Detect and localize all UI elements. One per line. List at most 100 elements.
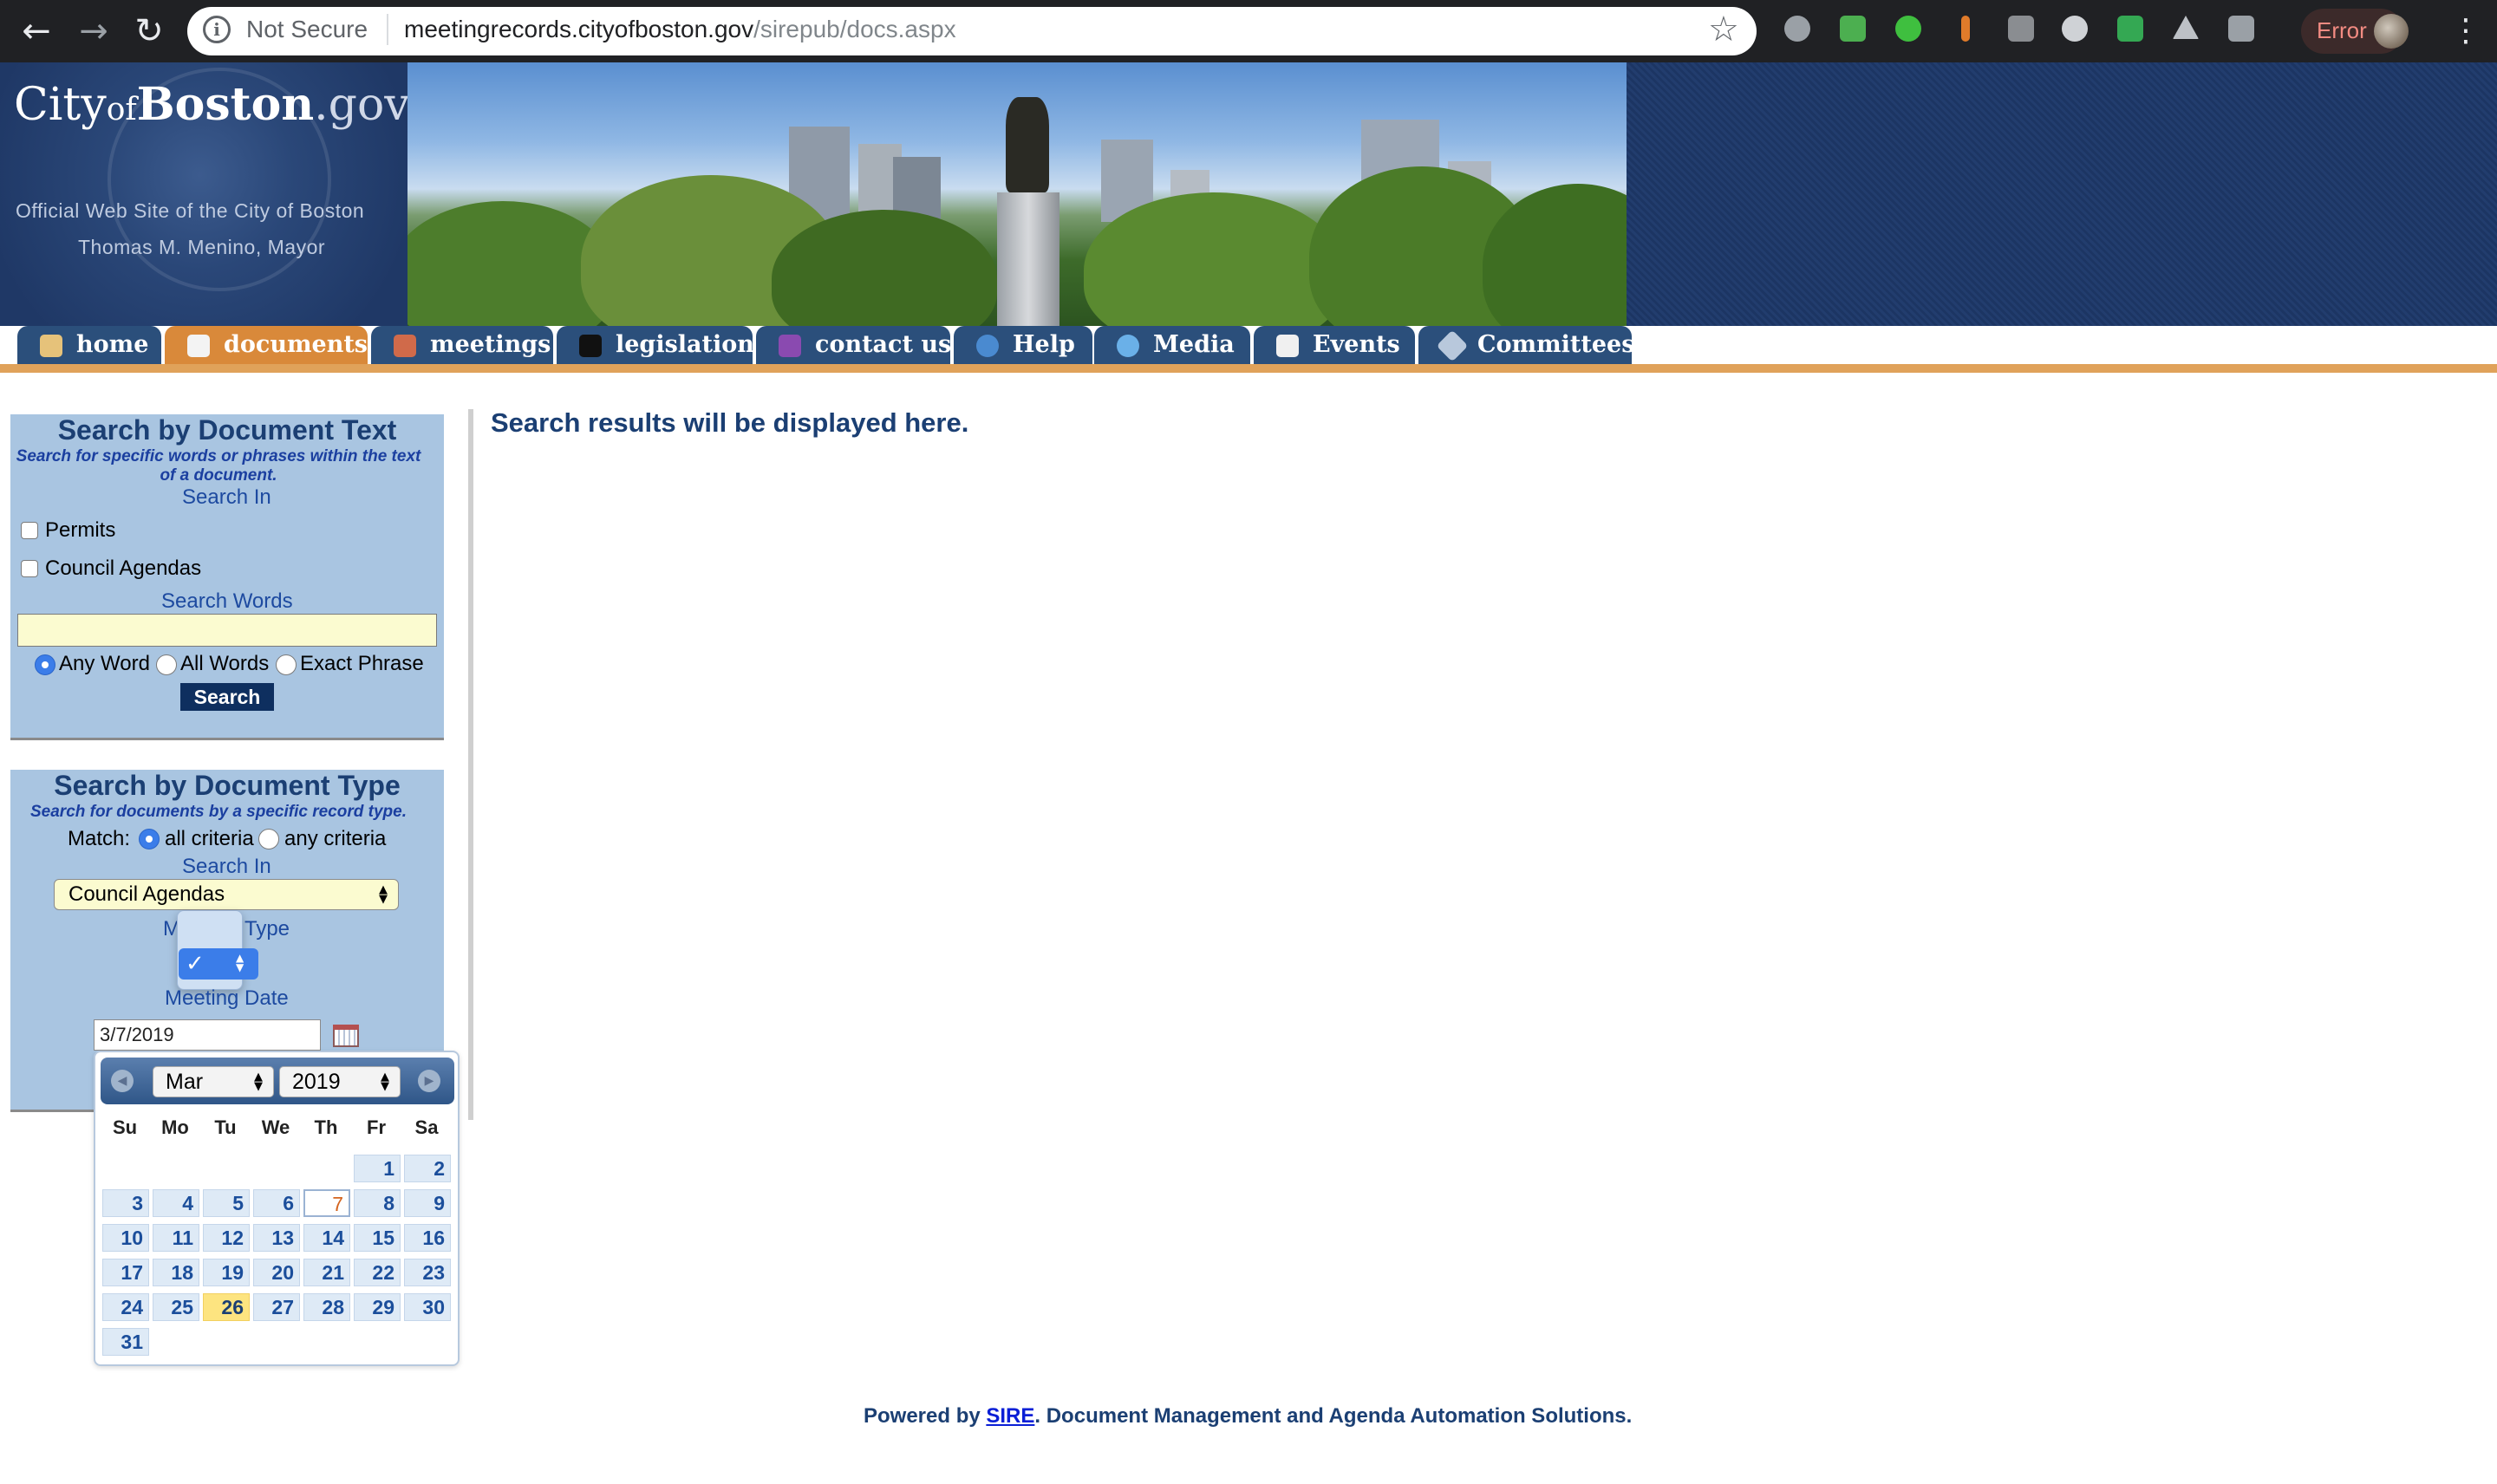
menu-kebab-icon[interactable]: ⋮ — [2450, 12, 2481, 50]
calendar-day[interactable]: 10 — [102, 1224, 149, 1252]
weekday-label: Th — [314, 1116, 338, 1138]
weekday-label: Fr — [367, 1116, 386, 1138]
chevron-updown-icon: ▲ ▼ — [236, 952, 244, 973]
results-placeholder: Search results will be displayed here. — [491, 407, 969, 438]
extension-bulb-icon[interactable] — [1784, 16, 1810, 42]
calendar-day[interactable]: 3 — [102, 1189, 149, 1217]
meeting-date-input[interactable]: 3/7/2019 — [94, 1019, 321, 1051]
calendar-icon[interactable] — [333, 1025, 359, 1047]
logo-city: City — [14, 79, 107, 131]
bookmark-star-icon[interactable]: ☆ — [1708, 10, 1739, 49]
calendar-day[interactable]: 5 — [203, 1189, 250, 1217]
extension-cursor-icon[interactable] — [1961, 16, 1970, 42]
exact-phrase-label: Exact Phrase — [300, 652, 424, 675]
calendar-day[interactable]: 28 — [303, 1293, 350, 1321]
info-icon[interactable]: i — [203, 16, 231, 43]
extension-thumb-icon[interactable] — [1895, 16, 1921, 42]
exact-phrase-radio[interactable] — [276, 654, 297, 675]
forward-arrow-icon[interactable]: → — [75, 12, 113, 50]
month-select[interactable]: Mar ▲ ▼ — [153, 1066, 274, 1097]
avatar[interactable] — [2374, 14, 2409, 49]
back-arrow-icon[interactable]: ← — [17, 12, 55, 50]
tab-events[interactable]: Events — [1254, 326, 1415, 364]
calendar-day[interactable]: 30 — [404, 1293, 451, 1321]
tab-label: contact us — [815, 331, 952, 358]
footer-suffix: . Document Management and Agenda Automat… — [1034, 1404, 1633, 1428]
tab-label: Committees — [1477, 331, 1635, 358]
extension-refresh-icon[interactable] — [1840, 16, 1866, 42]
calendar-day[interactable]: 15 — [354, 1224, 401, 1252]
calendar-day[interactable]: 20 — [253, 1259, 300, 1286]
any-criteria-radio[interactable] — [258, 829, 279, 849]
calendar-day[interactable]: 4 — [153, 1189, 199, 1217]
calendar-day[interactable]: 17 — [102, 1259, 149, 1286]
meeting-date-label: Meeting Date — [165, 986, 289, 1010]
type-search-in-label: Search In — [182, 855, 271, 878]
calendar-day[interactable]: 13 — [253, 1224, 300, 1252]
mayor-name: Thomas M. Menino, Mayor — [78, 236, 326, 258]
gavel-icon — [579, 335, 602, 357]
year-select[interactable]: 2019 ▲ ▼ — [279, 1066, 401, 1097]
calendar-day[interactable]: 18 — [153, 1259, 199, 1286]
calendar-day[interactable]: 21 — [303, 1259, 350, 1286]
sire-link[interactable]: SIRE — [986, 1404, 1034, 1428]
calendar-day[interactable]: 2 — [404, 1155, 451, 1182]
reload-icon[interactable]: ↻ — [130, 12, 168, 50]
any-criteria-label: any criteria — [284, 827, 387, 850]
extension-g-icon[interactable] — [2008, 16, 2034, 42]
all-words-label: All Words — [180, 652, 270, 675]
extension-f-icon[interactable] — [2228, 16, 2254, 42]
tab-contact-us[interactable]: contact us — [756, 326, 952, 364]
statue-pedestal — [997, 192, 1059, 326]
calendar-day[interactable]: 27 — [253, 1293, 300, 1321]
tab-documents[interactable]: documents — [165, 326, 368, 364]
calendar-day-selected[interactable]: 7 — [303, 1189, 350, 1217]
calendar-day[interactable]: 23 — [404, 1259, 451, 1286]
arrow-right-icon[interactable]: ▶ — [418, 1070, 440, 1092]
council-agendas-checkbox[interactable] — [21, 560, 38, 577]
calendar-day-highlighted[interactable]: 26 — [203, 1293, 250, 1321]
tab-meetings[interactable]: meetings — [371, 326, 553, 364]
site-logo[interactable]: CityofBoston.gov — [14, 78, 410, 131]
calendar-day[interactable]: 25 — [153, 1293, 199, 1321]
calendar-day[interactable]: 11 — [153, 1224, 199, 1252]
calendar-day[interactable]: 14 — [303, 1224, 350, 1252]
tab-label: Events — [1313, 331, 1400, 358]
tab-media[interactable]: Media — [1094, 326, 1250, 364]
calendar-day[interactable]: 24 — [102, 1293, 149, 1321]
calendar-day[interactable]: 9 — [404, 1189, 451, 1217]
calendar-day[interactable]: 8 — [354, 1189, 401, 1217]
any-word-radio[interactable] — [35, 654, 55, 675]
extension-circle-icon[interactable] — [2062, 16, 2088, 42]
tab-help[interactable]: Help — [954, 326, 1092, 364]
calendar-day[interactable]: 19 — [203, 1259, 250, 1286]
tab-legislation[interactable]: legislation — [557, 326, 754, 364]
calendar-day[interactable]: 12 — [203, 1224, 250, 1252]
url-text[interactable]: meetingrecords.cityofboston.gov/sirepub/… — [404, 14, 956, 45]
checkmark-icon: ✓ — [186, 951, 205, 977]
search-button[interactable]: Search — [180, 683, 274, 711]
search-words-input[interactable] — [17, 614, 437, 647]
tab-committees[interactable]: Committees — [1418, 326, 1635, 364]
tab-label: meetings — [430, 331, 551, 358]
calendar-day[interactable]: 6 — [253, 1189, 300, 1217]
permits-label: Permits — [45, 518, 116, 542]
extension-download-icon[interactable] — [2117, 16, 2143, 42]
permits-checkbox[interactable] — [21, 522, 38, 539]
column-divider — [468, 409, 473, 1120]
calendar-day[interactable]: 1 — [354, 1155, 401, 1182]
logo-of: of — [106, 92, 137, 127]
calendar-day[interactable]: 31 — [102, 1328, 149, 1356]
calendar-day[interactable]: 22 — [354, 1259, 401, 1286]
all-words-radio[interactable] — [156, 654, 177, 675]
month-value: Mar — [166, 1070, 204, 1094]
globe-icon — [1117, 335, 1139, 357]
tab-home[interactable]: home — [17, 326, 161, 364]
calendar-icon — [1276, 335, 1299, 357]
calendar-day[interactable]: 16 — [404, 1224, 451, 1252]
calendar-day[interactable]: 29 — [354, 1293, 401, 1321]
search-in-select[interactable]: Council Agendas ▲ ▼ — [54, 879, 399, 910]
chevron-updown-icon: ▲ ▼ — [379, 883, 388, 906]
arrow-left-icon[interactable]: ◀ — [111, 1070, 134, 1092]
all-criteria-radio[interactable] — [139, 829, 160, 849]
